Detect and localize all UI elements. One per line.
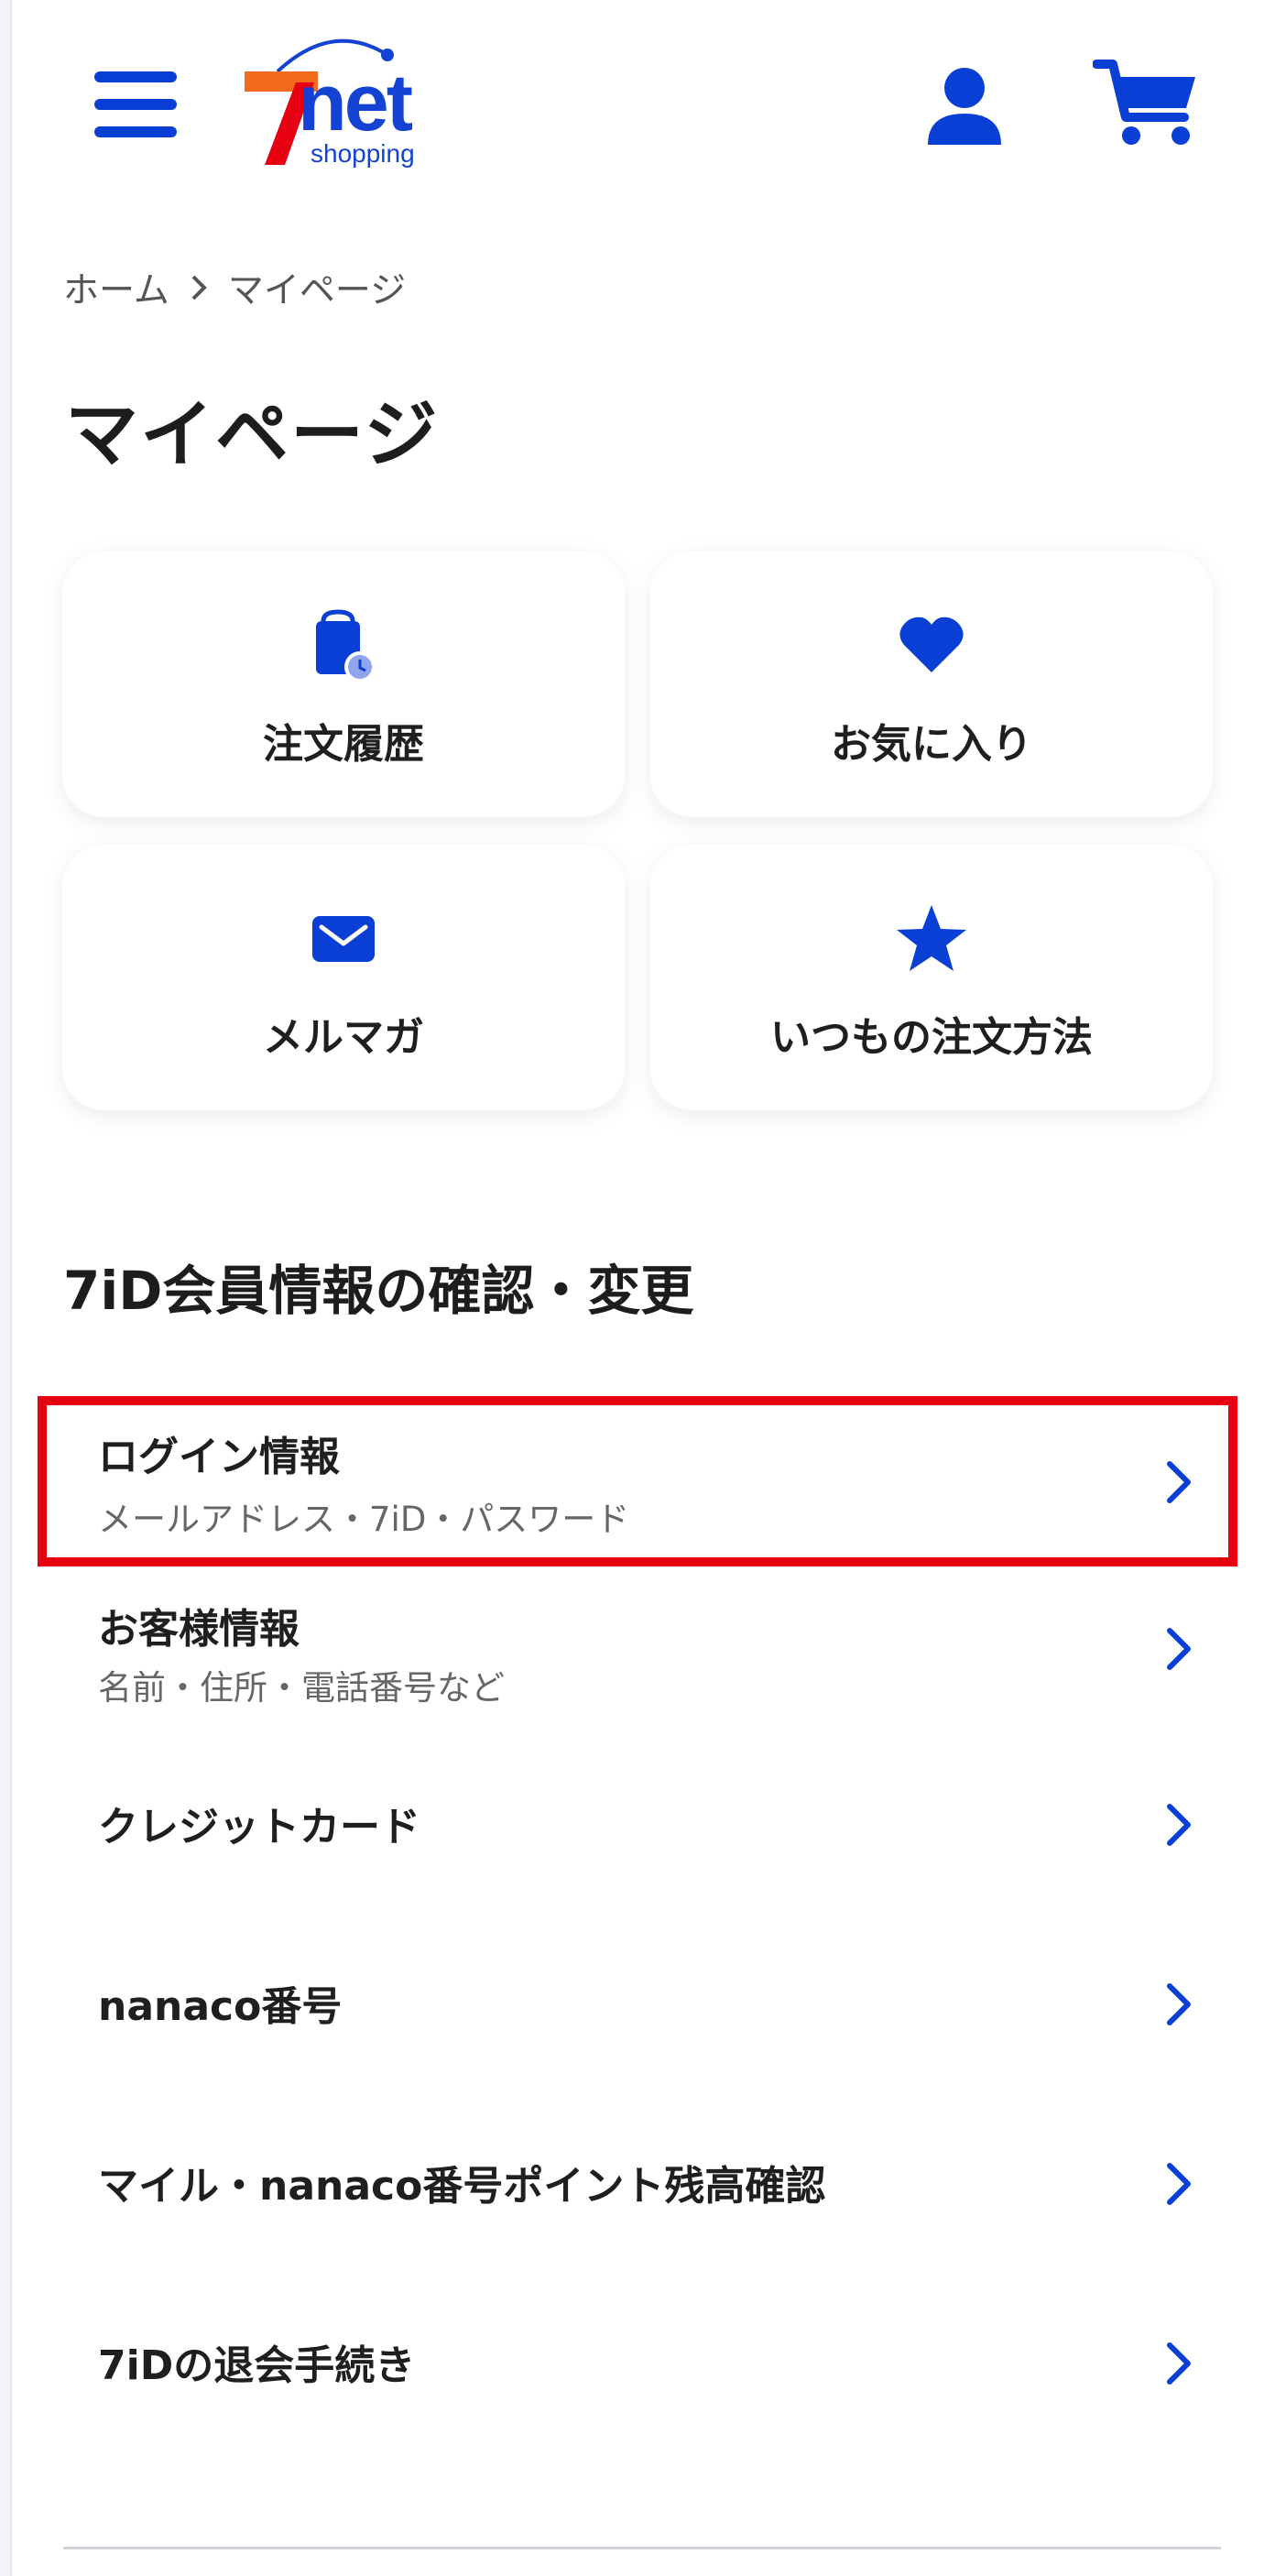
tile-label: 注文履歴 — [263, 721, 424, 768]
row-customer-info[interactable]: お客様情報 名前・住所・電話番号など — [38, 1576, 1237, 1722]
row-title: ログイン情報 — [98, 1434, 340, 1480]
row-mile-point-balance[interactable]: マイル・nanaco番号ポイント残高確認 — [38, 2100, 1237, 2265]
row-title: お客様情報 — [98, 1606, 300, 1653]
tile-label: メルマガ — [263, 1014, 424, 1061]
row-nanaco-number[interactable]: nanaco番号 — [38, 1920, 1237, 2085]
row-withdrawal[interactable]: 7iDの退会手続き — [38, 2279, 1237, 2444]
row-login-info[interactable]: ログイン情報 メールアドレス・7iD・パスワード — [38, 1396, 1237, 1566]
tile-label: お気に入り — [831, 721, 1032, 768]
row-subtitle: メールアドレス・7iD・パスワード — [98, 1500, 630, 1539]
tile-favorites[interactable]: お気に入り — [650, 551, 1213, 817]
divider — [63, 2547, 1221, 2549]
cart-icon[interactable] — [1092, 57, 1203, 148]
row-subtitle: 名前・住所・電話番号など — [98, 1668, 505, 1708]
star-icon — [897, 905, 966, 971]
row-title: クレジットカード — [98, 1804, 420, 1850]
page: net shopping ホーム マイページ マイページ 注文履歴 お気に入り … — [10, 0, 1275, 2576]
chevron-right-icon — [191, 275, 207, 300]
logo-text: net — [298, 57, 413, 147]
tile-usual-order-method[interactable]: いつもの注文方法 — [650, 845, 1213, 1110]
breadcrumb-current: マイページ — [227, 270, 407, 311]
header: net shopping — [12, 0, 1275, 202]
hamburger-icon[interactable] — [94, 71, 182, 137]
logo-subtext: shopping — [311, 139, 415, 168]
row-title: マイル・nanaco番号ポイント残高確認 — [98, 2163, 826, 2210]
chevron-right-icon — [1167, 1628, 1191, 1670]
row-credit-card[interactable]: クレジットカード — [38, 1741, 1237, 1905]
breadcrumb-home-link[interactable]: ホーム — [63, 262, 169, 313]
user-icon[interactable] — [919, 60, 1010, 152]
page-title: マイページ — [65, 392, 440, 477]
section-title: 7iD会員情報の確認・変更 — [63, 1260, 694, 1322]
tile-label: いつもの注文方法 — [770, 1014, 1093, 1061]
row-title: nanaco番号 — [98, 1983, 343, 2030]
heart-icon — [899, 617, 964, 672]
chevron-right-icon — [1167, 1461, 1191, 1503]
chevron-right-icon — [1167, 1804, 1191, 1846]
tile-newsletter[interactable]: メルマガ — [62, 845, 625, 1110]
chevron-right-icon — [1167, 1983, 1191, 2025]
chevron-right-icon — [1167, 2342, 1191, 2385]
logo[interactable]: net shopping — [232, 27, 433, 183]
row-title: 7iDの退会手続き — [98, 2342, 416, 2389]
chevron-right-icon — [1167, 2163, 1191, 2205]
mail-icon — [312, 916, 375, 962]
tile-order-history[interactable]: 注文履歴 — [62, 551, 625, 817]
breadcrumb: ホーム マイページ — [63, 262, 406, 313]
shopping-bag-clock-icon — [316, 609, 376, 682]
